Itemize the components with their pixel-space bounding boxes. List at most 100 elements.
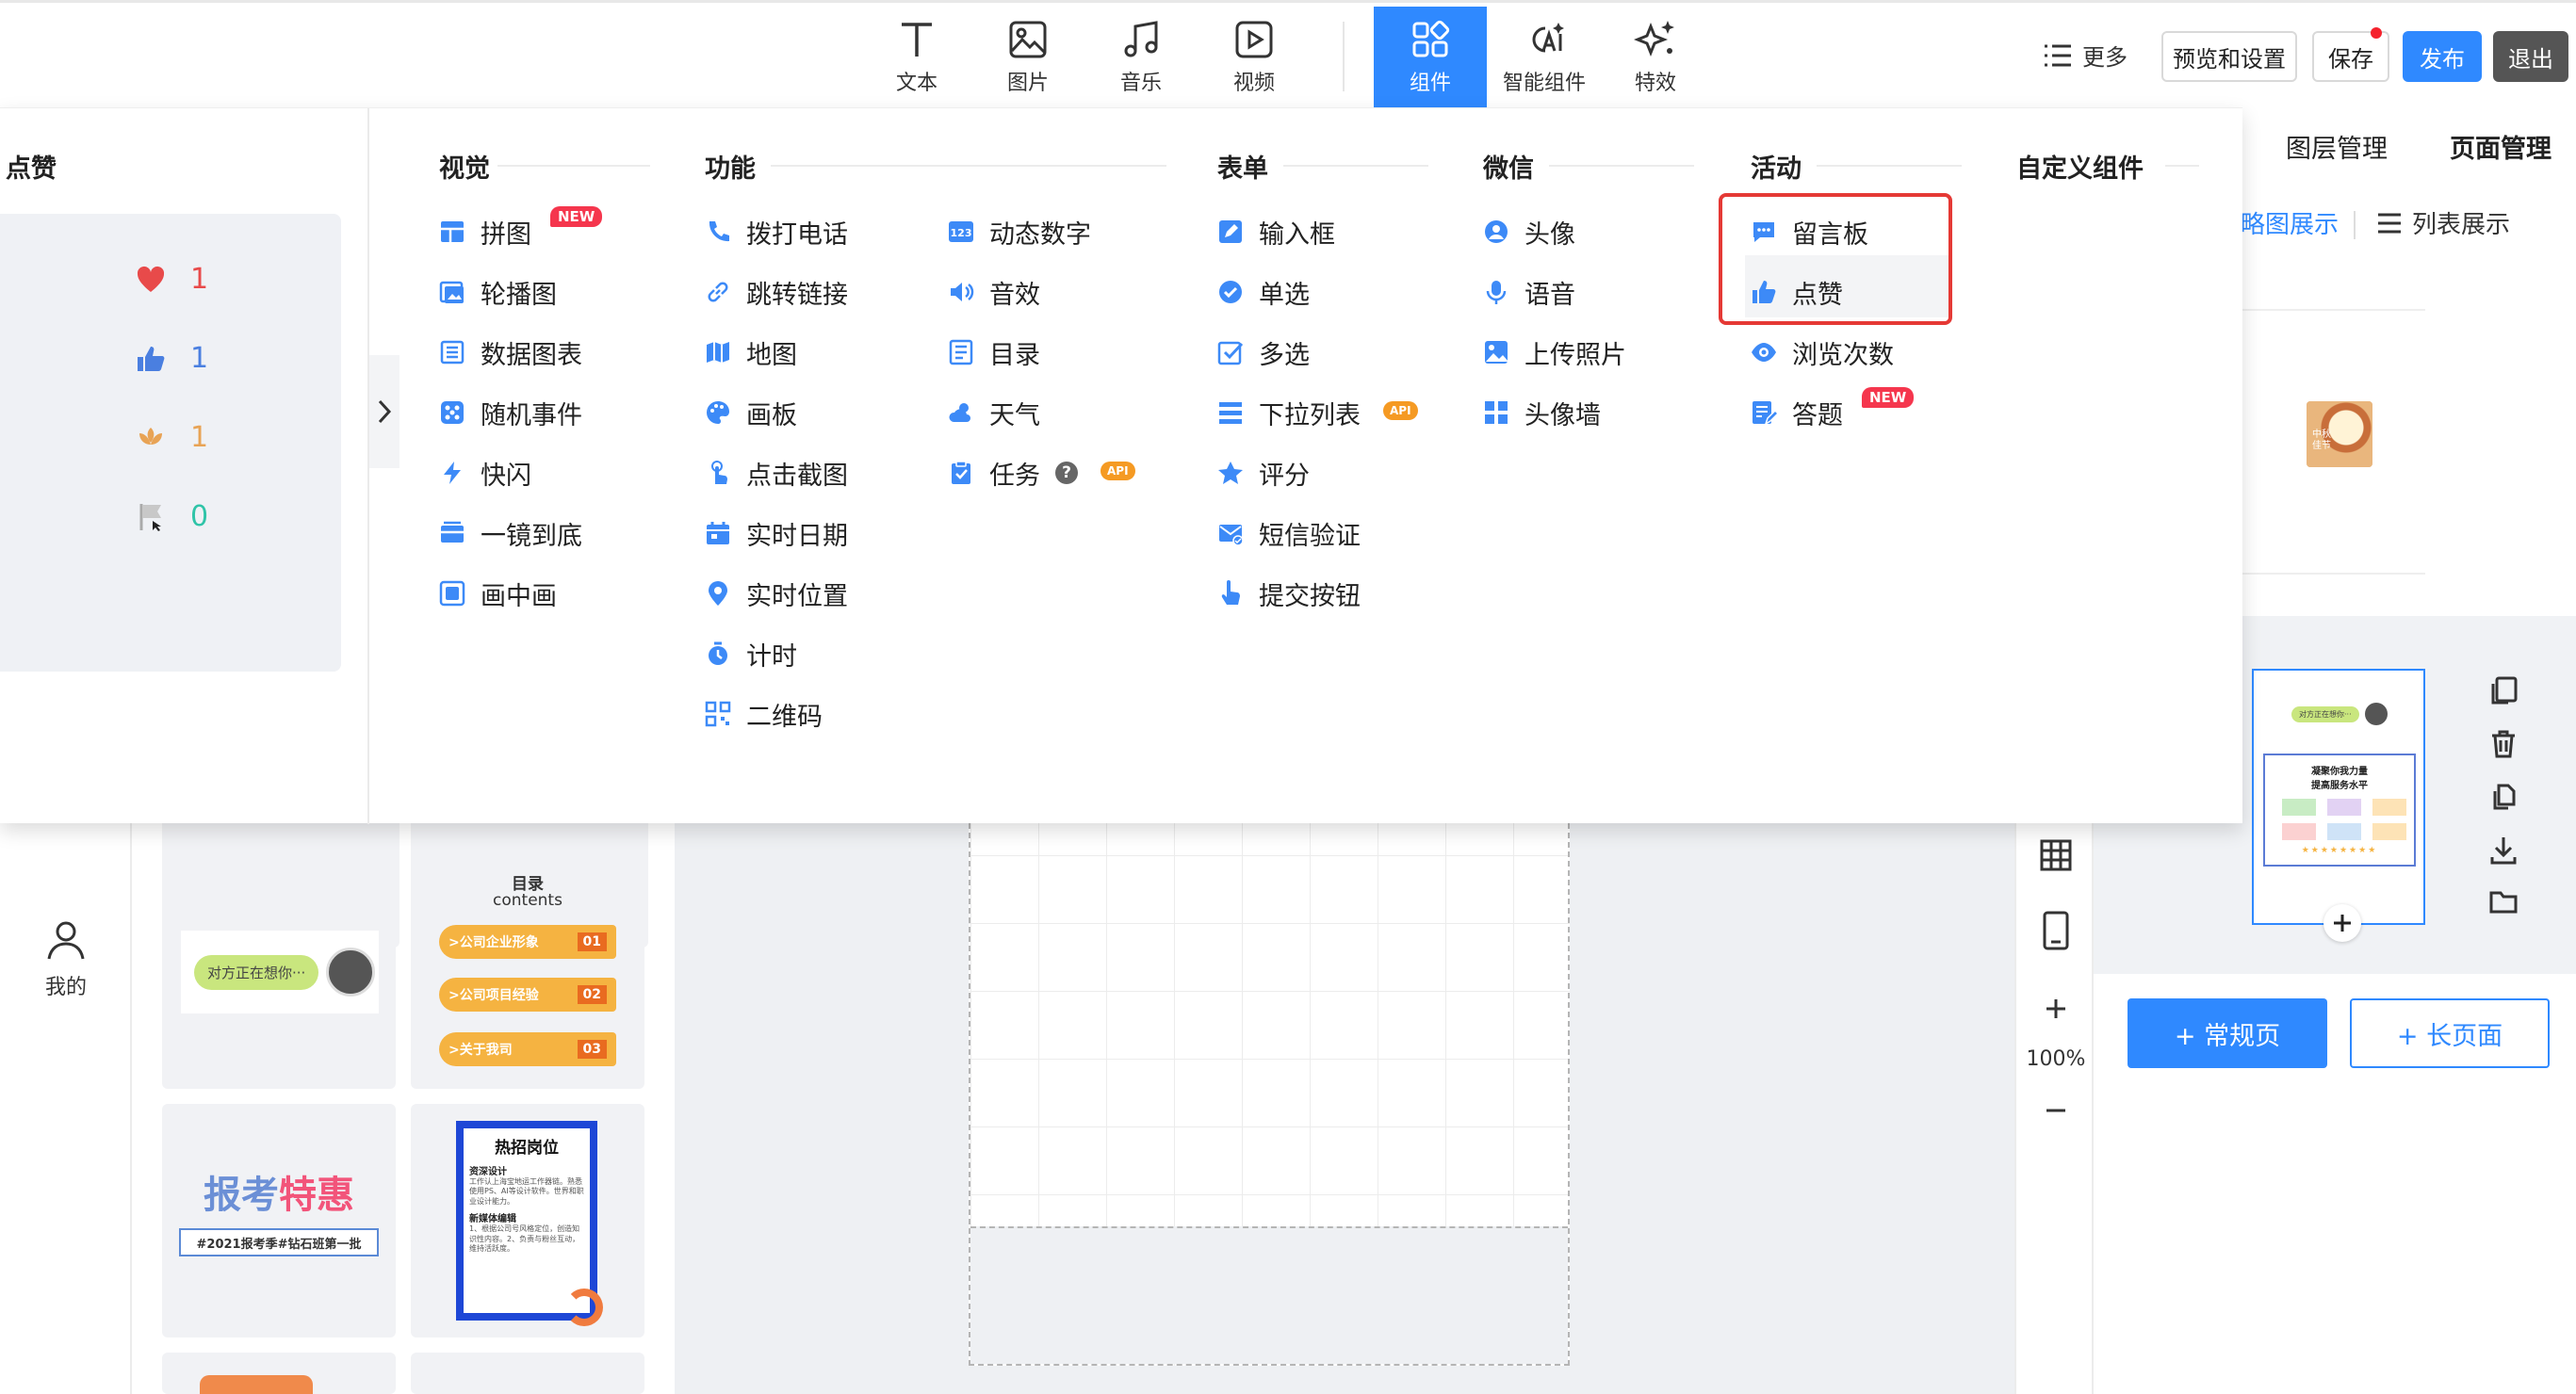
component-task[interactable]: 任务 ? API	[948, 449, 1135, 496]
component-catalog[interactable]: 目录	[948, 329, 1040, 376]
lotus-icon	[139, 427, 162, 445]
copy-page-button[interactable]	[2489, 676, 2518, 706]
component-quiz[interactable]: 答题 NEW	[1751, 387, 1915, 436]
component-single-choice[interactable]: 单选	[1217, 268, 1310, 316]
thumb-option	[2282, 823, 2316, 840]
duplicate-page-button[interactable]	[2489, 782, 2518, 812]
new-badge: NEW	[1862, 387, 1915, 408]
video-tool-label: 视频	[1232, 72, 1275, 95]
component-carousel[interactable]: 轮播图	[439, 268, 557, 316]
component-picture-in-picture[interactable]: 画中画	[439, 570, 557, 617]
component-upload-photo-label: 上传照片	[1524, 340, 1626, 370]
nav-mine[interactable]: 我的	[0, 919, 132, 1000]
current-page-thumbnail[interactable]: 对方正在想你··· 凝聚你我力量 提高服务水平 ★★★★★★★★	[2252, 669, 2425, 942]
more-menu[interactable]: 更多	[2043, 39, 2128, 72]
weather-icon	[948, 399, 974, 426]
thumb-stars: ★★★★★★★★	[2301, 846, 2378, 855]
tab-page-management[interactable]: 页面管理	[2450, 128, 2552, 165]
component-random-event[interactable]: 随机事件	[439, 389, 582, 436]
help-icon[interactable]: ?	[1055, 462, 1078, 484]
add-long-page-button[interactable]: + 长页面	[2350, 998, 2550, 1068]
ai-components-tool-button[interactable]: 智能组件	[1489, 7, 1600, 108]
component-dynamic-number[interactable]: 123 动态数字	[948, 208, 1091, 255]
component-phone-call[interactable]: 拨打电话	[705, 208, 848, 255]
component-qrcode-label: 二维码	[746, 702, 823, 732]
publish-button[interactable]: 发布	[2403, 31, 2482, 82]
thumb-option	[2372, 799, 2406, 816]
component-upload-photo[interactable]: 上传照片	[1483, 329, 1626, 376]
effects-tool-button[interactable]: 特效	[1604, 7, 1707, 108]
component-input-box-label: 输入框	[1259, 219, 1335, 250]
music-tool-button[interactable]: 音乐	[1089, 7, 1193, 108]
component-dropdown-list[interactable]: 下拉列表 API	[1217, 389, 1418, 436]
collapse-preview-button[interactable]	[369, 355, 399, 468]
component-timer[interactable]: 计时	[705, 630, 797, 677]
category-visual-title: 视觉	[439, 154, 490, 184]
zoom-in-button[interactable]	[2016, 997, 2095, 1021]
list-icon	[2045, 44, 2071, 66]
category-wechat-title: 微信	[1483, 154, 1534, 184]
template-card[interactable]	[411, 1353, 644, 1394]
download-page-button[interactable]	[2489, 835, 2518, 865]
component-realtime-location[interactable]: 实时位置	[705, 570, 848, 617]
text-icon	[902, 23, 932, 57]
component-flash[interactable]: 快闪	[439, 449, 531, 496]
add-page-circle-button[interactable]	[2323, 904, 2361, 942]
hiring-title: 热招岗位	[495, 1139, 559, 1158]
components-tool-button[interactable]: 组件	[1374, 7, 1487, 108]
delete-page-button[interactable]	[2489, 729, 2518, 759]
component-qrcode[interactable]: 二维码	[705, 690, 823, 738]
component-link[interactable]: 跳转链接	[705, 268, 848, 316]
component-submit-button[interactable]: 提交按钮	[1217, 570, 1361, 617]
component-view-count[interactable]: 浏览次数	[1751, 329, 1894, 376]
component-puzzle[interactable]: 拼图 NEW	[439, 206, 603, 255]
add-normal-page-button[interactable]: + 常规页	[2128, 998, 2327, 1068]
component-sms-verify[interactable]: 短信验证	[1217, 510, 1361, 557]
avatar-wall-icon	[1483, 399, 1509, 426]
view-list-label: 列表展示	[2412, 211, 2511, 239]
catalog-row: >公司企业形象 01	[439, 925, 616, 959]
component-avatar-wall[interactable]: 头像墙	[1483, 389, 1601, 436]
page-thumbnail-small[interactable]: 中秋佳节	[2307, 401, 2372, 467]
device-preview-toggle[interactable]	[2016, 910, 2095, 951]
image-tool-button[interactable]: 图片	[976, 7, 1080, 108]
component-sound-effect[interactable]: 音效	[948, 268, 1040, 316]
preview-settings-button[interactable]: 预览和设置	[2161, 31, 2297, 82]
exit-button[interactable]: 退出	[2493, 31, 2568, 82]
zoom-out-button[interactable]	[2016, 1098, 2095, 1123]
category-divider	[2165, 165, 2199, 167]
component-view-count-label: 浏览次数	[1792, 340, 1894, 370]
tab-layer-management[interactable]: 图层管理	[2286, 128, 2388, 165]
component-rating[interactable]: 评分	[1217, 449, 1310, 496]
component-long-shot[interactable]: 一镜到底	[439, 510, 582, 557]
grid-toggle[interactable]	[2016, 838, 2095, 872]
template-card-hiring[interactable]: 热招岗位 资深设计 工作认上海宝地运工作器链。熟悉使用PS、AI等设计软件。世界…	[411, 1104, 644, 1337]
timer-icon	[705, 640, 731, 667]
phone-icon	[2043, 911, 2069, 950]
component-tap-screenshot[interactable]: 点击截图	[705, 449, 848, 496]
component-multi-choice[interactable]: 多选	[1217, 329, 1310, 376]
component-palette[interactable]: 画板	[705, 389, 797, 436]
component-weather[interactable]: 天气	[948, 389, 1040, 436]
thumb-avatar	[2364, 703, 2388, 725]
template-card-catalog[interactable]: 目录 contents >公司企业形象 01 >公司项目经验 02 >关于我司 …	[411, 855, 644, 1089]
avatar	[326, 948, 376, 997]
view-list-toggle[interactable]: 列表展示	[2376, 205, 2510, 240]
long-shot-icon	[439, 520, 465, 546]
component-voice[interactable]: 语音	[1483, 268, 1575, 316]
folder-page-button[interactable]	[2489, 887, 2518, 916]
video-tool-button[interactable]: 视频	[1202, 7, 1306, 108]
component-map[interactable]: 地图	[705, 329, 797, 376]
flag-icon	[139, 503, 161, 531]
template-card-chat-bubble[interactable]: 对方正在想你···	[162, 855, 396, 1089]
component-data-chart[interactable]: 数据图表	[439, 329, 582, 376]
template-card[interactable]	[162, 1353, 396, 1394]
component-input-box[interactable]: 输入框	[1217, 208, 1335, 255]
text-tool-button[interactable]: 文本	[865, 7, 969, 108]
component-link-label: 跳转链接	[746, 280, 848, 310]
catalog-icon	[948, 339, 974, 365]
component-avatar[interactable]: 头像	[1483, 208, 1575, 255]
component-realtime-date[interactable]: 实时日期	[705, 510, 848, 557]
save-button[interactable]: 保存	[2312, 27, 2389, 82]
template-card-exam-promo[interactable]: 报考特惠 #2021报考季#钻石班第一批	[162, 1104, 396, 1337]
